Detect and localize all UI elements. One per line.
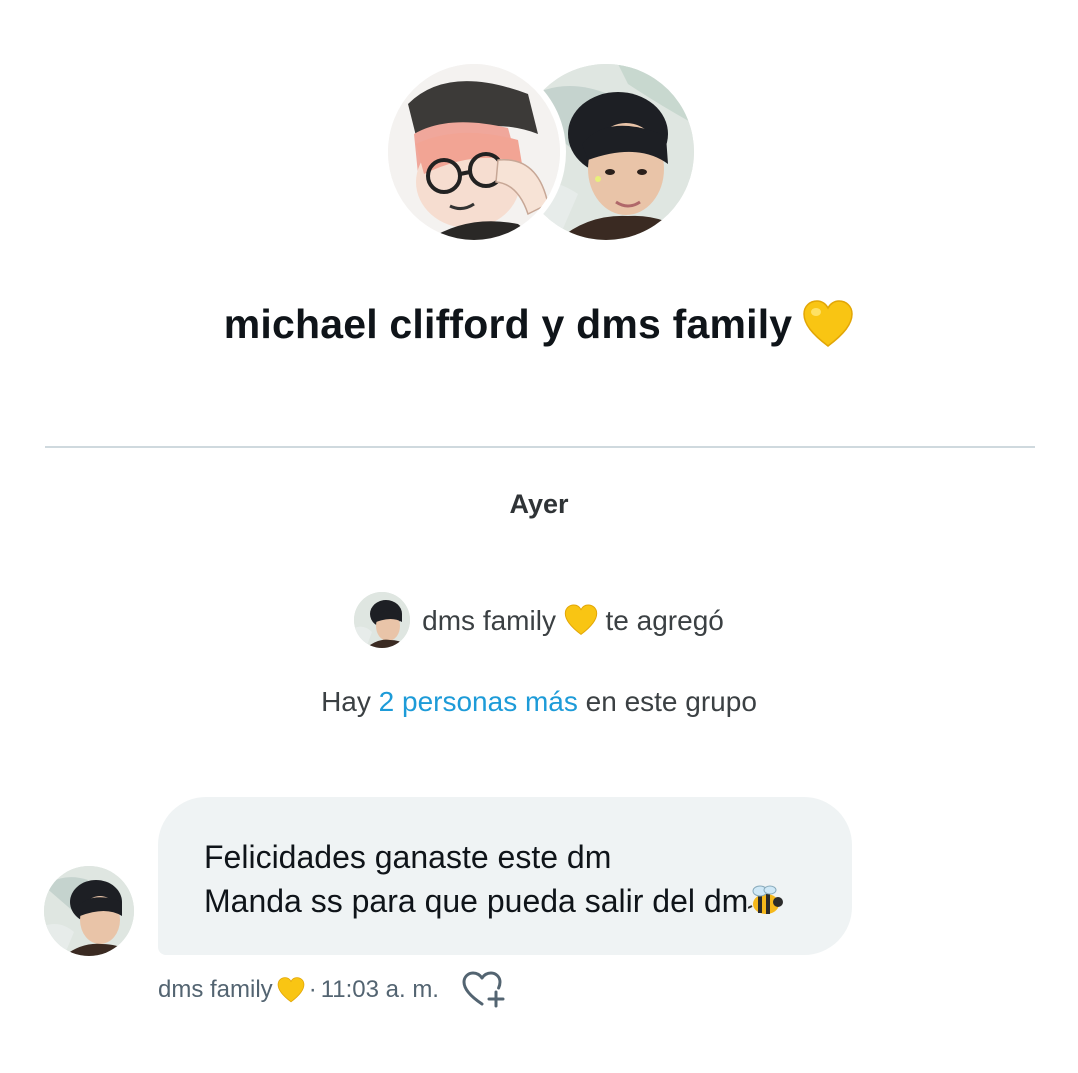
- message-meta: dms family · 11:03 a. m.: [158, 976, 439, 1004]
- anime-boy-image: [388, 64, 560, 240]
- day-separator-label: Ayer: [509, 489, 569, 519]
- heart-plus-icon: [462, 971, 505, 1008]
- yellow-heart-icon: [277, 977, 305, 1003]
- message-line-2-wrap: Manda ss para que pueda salir del dm: [204, 879, 806, 923]
- message-line-2: Manda ss para que pueda salir del dm: [204, 883, 749, 919]
- meta-separator: ·: [308, 976, 317, 1003]
- yellow-heart-icon: [564, 603, 597, 635]
- man-portrait-image: [44, 866, 134, 956]
- event-action-text: te agregó: [605, 604, 724, 636]
- added-to-group-event: dms family te agregó: [0, 592, 1078, 648]
- conversation-title-text: michael clifford y dms family: [223, 300, 793, 347]
- group-avatar-anime-boy[interactable]: [388, 64, 560, 240]
- message-line-1: Felicidades ganaste este dm: [204, 839, 612, 875]
- header-divider: [45, 446, 1035, 448]
- yellow-heart-icon: [803, 300, 854, 347]
- message-bubble[interactable]: Felicidades ganaste este dm Manda ss par…: [158, 797, 852, 955]
- group-members-note: Hay 2 personas más en este grupo: [0, 686, 1078, 718]
- sender-avatar[interactable]: [44, 866, 134, 956]
- message-timestamp: 11:03 a. m.: [320, 976, 439, 1003]
- add-reaction-button[interactable]: [460, 970, 508, 1010]
- message-sender-name: dms family: [158, 976, 273, 1003]
- members-note-prefix: Hay: [321, 686, 371, 717]
- event-actor-avatar[interactable]: [354, 592, 411, 648]
- man-portrait-image: [354, 592, 411, 648]
- members-note-suffix: en este grupo: [585, 686, 757, 717]
- bee-icon: [748, 885, 784, 914]
- event-actor-name[interactable]: dms family: [422, 605, 556, 636]
- more-members-link[interactable]: 2 personas más: [379, 686, 578, 717]
- conversation-title: michael clifford y dms family: [0, 300, 1078, 348]
